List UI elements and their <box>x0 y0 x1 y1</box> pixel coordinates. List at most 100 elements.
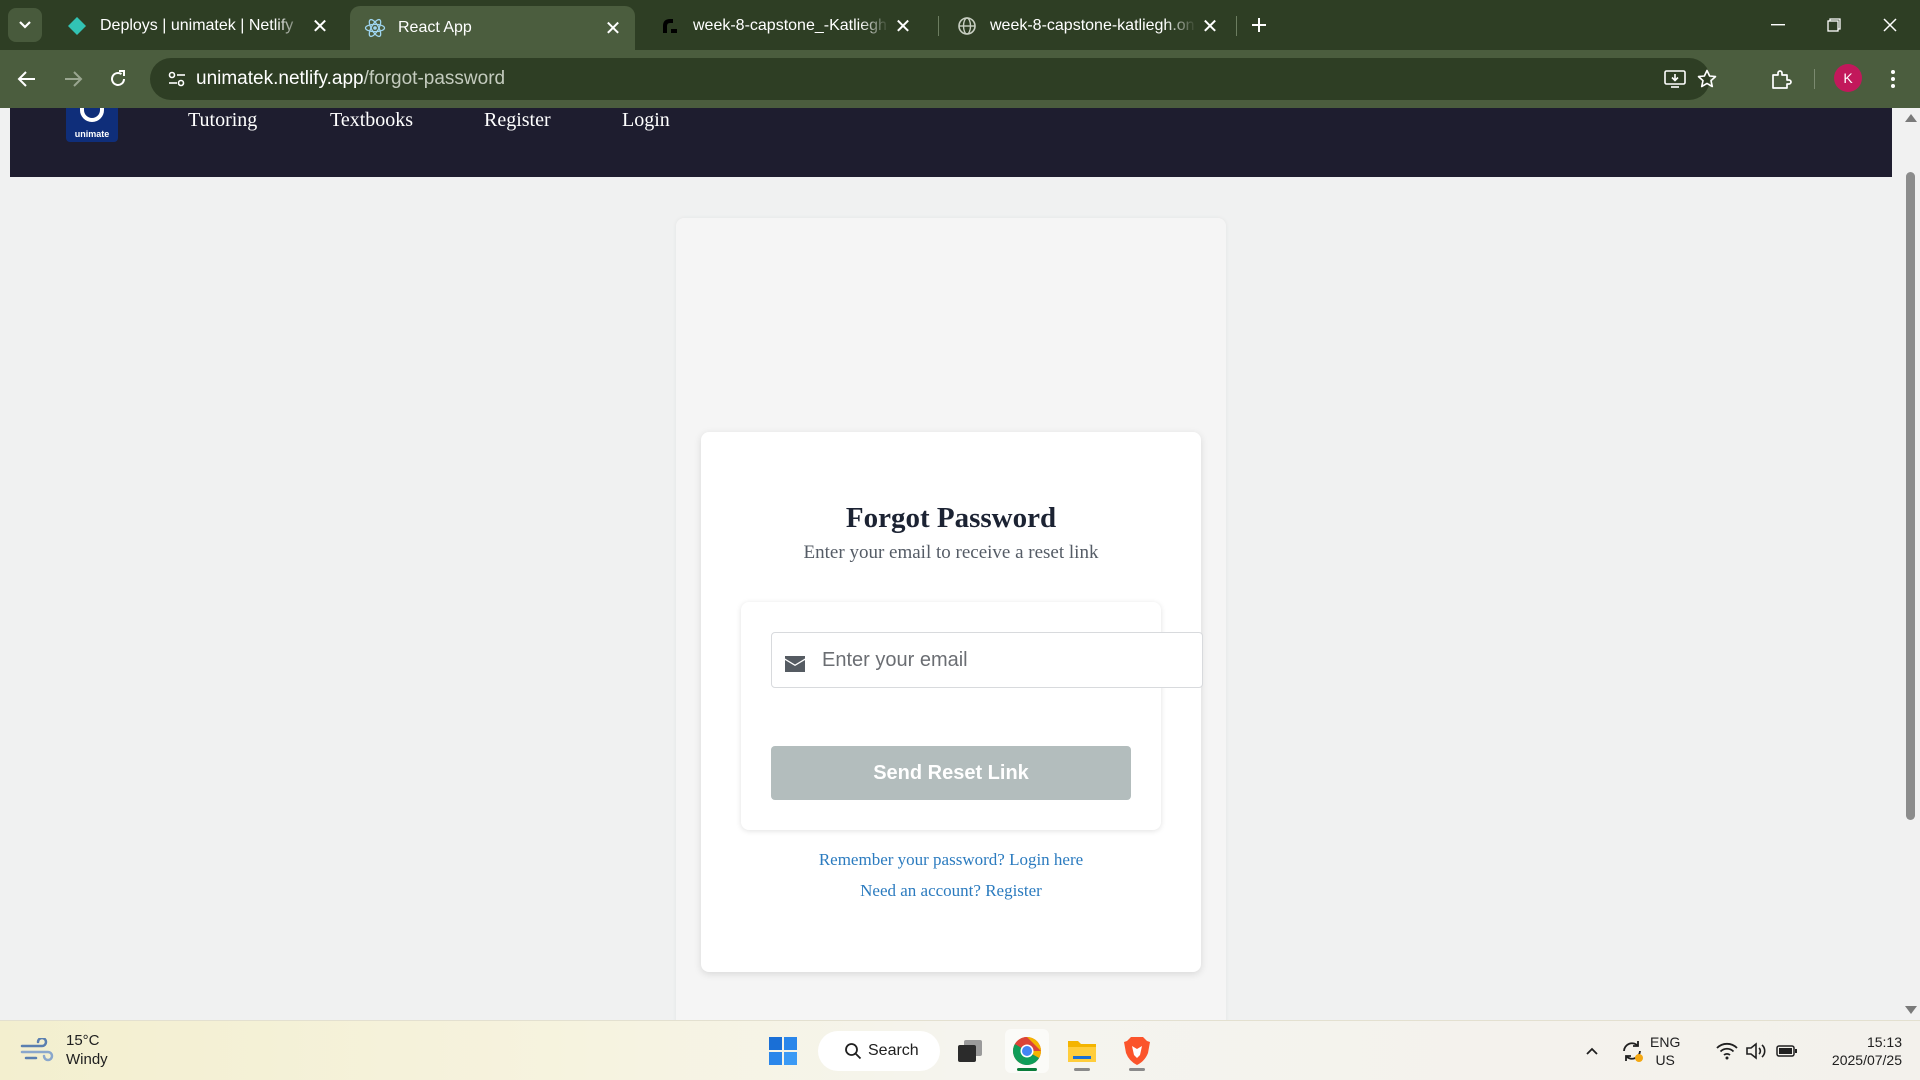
sync-icon <box>1623 1041 1643 1062</box>
browser-menu-button[interactable] <box>1876 62 1910 96</box>
page-viewport: unimate Tutoring Textbooks Register Logi… <box>0 108 1920 1020</box>
globe-icon <box>956 15 978 37</box>
minimize-button[interactable] <box>1750 0 1806 50</box>
back-button[interactable] <box>10 62 44 96</box>
tab-separator <box>938 16 939 36</box>
clock-date: 2025/07/25 <box>1831 1052 1902 1068</box>
register-link[interactable]: Need an account? Register <box>701 881 1201 901</box>
tab-netlify[interactable]: Deploys | unimatek | Netlify ✕ <box>52 6 342 46</box>
nav-link-tutoring[interactable]: Tutoring <box>188 109 257 132</box>
tab-title: week-8-capstone-katliegh.onre <box>990 17 1196 34</box>
weather-temp: 15°C <box>66 1032 100 1049</box>
restore-button[interactable] <box>1806 0 1862 50</box>
minimize-icon <box>1771 24 1785 26</box>
arrow-left-icon <box>17 71 35 87</box>
url-host: unimatek.netlify.app <box>196 68 364 89</box>
forgot-password-card: Forgot Password Enter your email to rece… <box>701 432 1203 972</box>
task-view-button[interactable] <box>948 1029 992 1073</box>
reset-form: Send Reset Link <box>741 602 1203 830</box>
active-indicator <box>1017 1068 1037 1071</box>
reload-icon <box>111 70 125 86</box>
react-icon <box>364 17 386 39</box>
network-button[interactable] <box>1712 1021 1742 1080</box>
new-tab-button[interactable] <box>1244 10 1274 40</box>
tab-search-button[interactable] <box>8 8 42 42</box>
scroll-thumb[interactable] <box>1906 172 1915 820</box>
netlify-icon <box>66 15 88 37</box>
toolbar-divider <box>1814 69 1815 89</box>
taskbar-file-explorer[interactable] <box>1060 1029 1104 1073</box>
close-icon[interactable]: ✕ <box>889 12 917 40</box>
taskbar-search[interactable]: Search <box>818 1031 940 1071</box>
language-indicator[interactable]: ENG US <box>1650 1033 1680 1069</box>
page-scrollbar[interactable] <box>1900 108 1920 1020</box>
chevron-down-icon <box>19 21 31 29</box>
tab-render-dashboard[interactable]: week-8-capstone_-Katliegh · W ✕ <box>645 6 925 46</box>
install-app-icon[interactable] <box>1660 64 1690 94</box>
url-text[interactable]: unimatek.netlify.app/forgot-password <box>196 68 505 90</box>
nav-link-textbooks[interactable]: Textbooks <box>330 109 413 132</box>
language-region: US <box>1655 1052 1675 1068</box>
running-indicator <box>1129 1068 1145 1071</box>
windows-icon <box>769 1037 797 1065</box>
send-reset-link-button[interactable]: Send Reset Link <box>771 746 1131 800</box>
close-window-button[interactable] <box>1862 0 1918 50</box>
email-field-wrapper[interactable] <box>771 632 1203 688</box>
close-icon[interactable]: ✕ <box>306 12 334 40</box>
profile-avatar[interactable]: K <box>1834 64 1862 92</box>
site-info-icon[interactable] <box>162 64 192 94</box>
site-logo[interactable]: unimate <box>66 108 118 142</box>
sync-status-button[interactable] <box>1616 1021 1648 1080</box>
scroll-down-icon[interactable] <box>1905 1006 1917 1014</box>
close-icon[interactable]: ✕ <box>1196 12 1224 40</box>
email-input[interactable] <box>822 633 1192 687</box>
login-link[interactable]: Remember your password? Login here <box>701 850 1201 870</box>
close-icon <box>1883 18 1897 32</box>
puzzle-icon <box>1772 70 1792 89</box>
volume-button[interactable] <box>1742 1021 1772 1080</box>
tab-title: Deploys | unimatek | Netlify <box>100 17 294 34</box>
taskbar-clock[interactable]: 15:13 2025/07/25 <box>1810 1033 1902 1069</box>
running-indicator <box>1074 1068 1090 1071</box>
tab-react-app[interactable]: React App ✕ <box>350 6 635 50</box>
show-hidden-icons-button[interactable] <box>1576 1021 1608 1080</box>
address-bar[interactable]: unimatek.netlify.app/forgot-password <box>150 58 1717 100</box>
restore-icon <box>1827 18 1841 32</box>
chevron-up-icon <box>1586 1047 1598 1055</box>
url-path: /forgot-password <box>363 68 506 89</box>
tab-onrender-site[interactable]: week-8-capstone-katliegh.onre ✕ <box>942 6 1232 46</box>
clock-time: 15:13 <box>1866 1034 1902 1050</box>
tab-strip: Deploys | unimatek | Netlify ✕ React App… <box>0 0 1920 50</box>
star-icon[interactable] <box>1692 64 1722 94</box>
wifi-icon <box>1716 1042 1738 1060</box>
taskbar-chrome[interactable] <box>1005 1029 1049 1073</box>
tab-title: week-8-capstone_-Katliegh · W <box>693 17 889 34</box>
tab-title: React App <box>398 19 472 36</box>
taskbar-brave[interactable] <box>1115 1029 1159 1073</box>
extensions-button[interactable] <box>1764 62 1798 96</box>
page-title: Forgot Password <box>845 502 1057 534</box>
battery-button[interactable] <box>1772 1021 1802 1080</box>
folder-icon <box>1068 1041 1096 1062</box>
start-button[interactable] <box>761 1029 805 1073</box>
speaker-icon <box>1746 1042 1766 1060</box>
brave-icon <box>1124 1037 1150 1065</box>
chrome-icon <box>1013 1037 1041 1065</box>
os-taskbar: 15°C Windy Search ENG US 15:13 2025/07/2… <box>0 1020 1920 1080</box>
task-view-icon <box>958 1040 982 1062</box>
battery-icon <box>1776 1045 1797 1057</box>
browser-toolbar: unimatek.netlify.app/forgot-password K <box>0 50 1920 108</box>
close-icon[interactable]: ✕ <box>599 14 627 42</box>
logo-text: unimate <box>74 129 110 139</box>
reload-button[interactable] <box>101 62 135 96</box>
nav-link-login[interactable]: Login <box>622 109 670 132</box>
scroll-up-icon[interactable] <box>1905 114 1917 122</box>
nav-link-register[interactable]: Register <box>484 109 551 132</box>
wind-icon <box>20 1038 54 1062</box>
language-code: ENG <box>1650 1034 1681 1050</box>
tab-separator <box>1236 16 1237 36</box>
render-icon <box>659 15 681 37</box>
forward-button[interactable] <box>56 62 90 96</box>
weather-widget[interactable]: 15°C Windy <box>20 1031 108 1069</box>
search-icon <box>845 1043 862 1060</box>
